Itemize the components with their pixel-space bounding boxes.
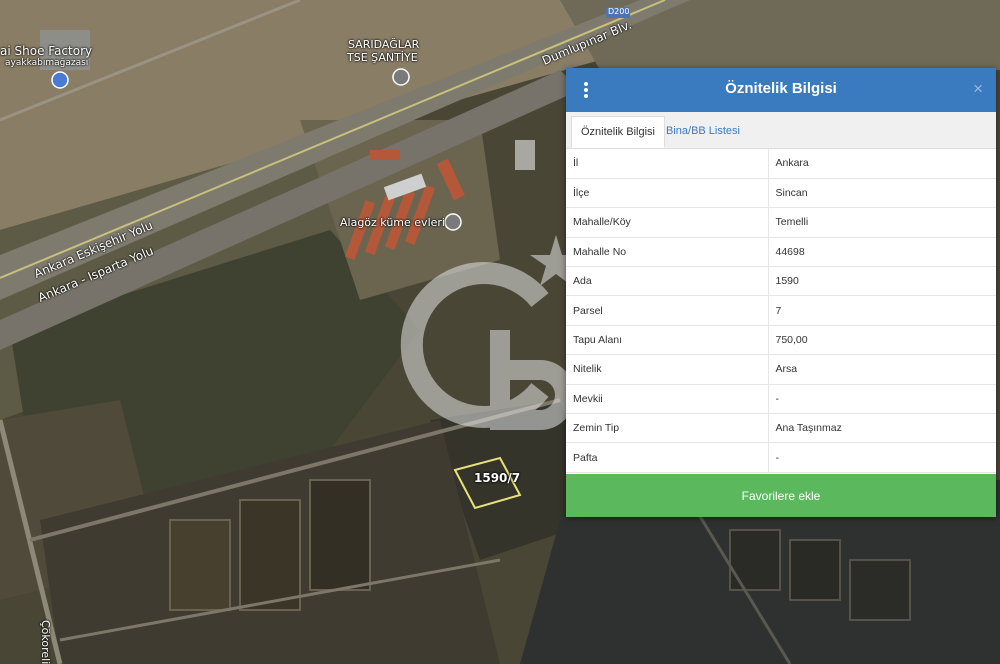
table-row: Parsel 7 — [566, 295, 996, 326]
attribute-value: Temelli — [768, 207, 996, 238]
table-row: Mahalle/Köy Temelli — [566, 207, 996, 238]
attribute-value: - — [768, 384, 996, 415]
parcel-label: 1590/7 — [474, 471, 521, 485]
map-label-shoe-factory: ai Shoe Factory — [0, 44, 93, 58]
attribute-value: 44698 — [768, 237, 996, 268]
map-label-shoe-factory-sub: ayakkabımağazası — [5, 58, 89, 68]
table-row: Pafta - — [566, 442, 996, 473]
table-row: Mevkii - — [566, 384, 996, 415]
map-label-alagoz: Alagöz küme evleri — [340, 216, 445, 229]
road-badge: D200 — [608, 7, 630, 16]
table-row: Ada 1590 — [566, 266, 996, 297]
map-label-saridaglar: SARIDAĞLAR — [348, 38, 420, 51]
attribute-key: Tapu Alanı — [566, 325, 769, 356]
attribute-value: Arsa — [768, 354, 996, 385]
table-row: Tapu Alanı 750,00 — [566, 325, 996, 356]
attribute-key: Pafta — [566, 442, 769, 473]
add-to-favorites-button[interactable]: Favorilere ekle — [566, 474, 996, 517]
tab-building-list[interactable]: Bina/BB Listesi — [657, 116, 749, 148]
table-row: Zemin Tip Ana Taşınmaz — [566, 413, 996, 444]
attribute-value: Sincan — [768, 178, 996, 209]
map-label-tse-santiye: TSE ŞANTİYE — [347, 51, 418, 64]
attribute-key: İl — [566, 149, 769, 179]
panel-title: Öznitelik Bilgisi — [725, 80, 837, 97]
attribute-key: Mahalle No — [566, 237, 769, 268]
attribute-value: - — [768, 442, 996, 473]
table-row: İl Ankara — [566, 149, 996, 179]
attribute-key: İlçe — [566, 178, 769, 209]
attribute-key: Mahalle/Köy — [566, 207, 769, 238]
attribute-key: Zemin Tip — [566, 413, 769, 444]
attribute-key: Ada — [566, 266, 769, 297]
map-label-cokoreli: Çökoreli — [39, 620, 52, 664]
attribute-value: Ana Taşınmaz — [768, 413, 996, 444]
attribute-value: 1590 — [768, 266, 996, 297]
attribute-table: İl Ankara İlçe Sincan Mahalle/Köy Temelli Maha… — [566, 149, 996, 473]
attribute-key: Parsel — [566, 295, 769, 326]
attribute-key: Nitelik — [566, 354, 769, 385]
close-icon[interactable]: × — [973, 79, 983, 99]
attribute-key: Mevkii — [566, 384, 769, 415]
panel-tabs: Öznitelik Bilgisi Bina/BB Listesi — [566, 112, 996, 149]
table-row: İlçe Sincan — [566, 178, 996, 209]
attribute-value: Ankara — [768, 149, 996, 179]
attribute-value: 750,00 — [768, 325, 996, 356]
table-row: Mahalle No 44698 — [566, 237, 996, 268]
panel-header: Öznitelik Bilgisi × — [566, 68, 996, 112]
tab-attribute-info[interactable]: Öznitelik Bilgisi — [571, 116, 665, 148]
attribute-panel: Öznitelik Bilgisi × Öznitelik Bilgisi Bi… — [566, 68, 996, 517]
table-row: Nitelik Arsa — [566, 354, 996, 385]
attribute-value: 7 — [768, 295, 996, 326]
